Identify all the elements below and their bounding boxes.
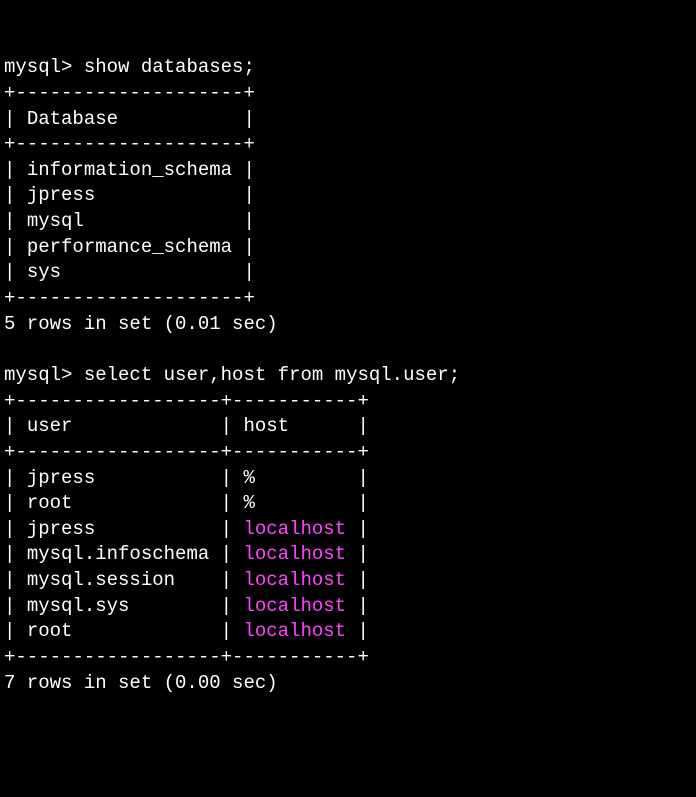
mysql-prompt[interactable]: mysql> <box>4 364 84 386</box>
table2-border-bottom: +------------------+-----------+ <box>4 646 369 668</box>
table2-row: | root | % | <box>4 492 369 514</box>
table1-cell: performance_schema <box>27 236 232 258</box>
table1-cell: information_schema <box>27 159 232 181</box>
table1-row: | performance_schema | <box>4 236 255 258</box>
table1-border-mid: +--------------------+ <box>4 133 255 155</box>
table2-user-cell: mysql.infoschema <box>27 543 209 565</box>
table2-row: | mysql.session | localhost | <box>4 569 369 591</box>
table2-header-user: user <box>27 415 73 437</box>
table1-header: Database <box>27 108 118 130</box>
result-status1: 5 rows in set (0.01 sec) <box>4 313 278 335</box>
table1-cell: jpress <box>27 184 95 206</box>
result-status2: 7 rows in set (0.00 sec) <box>4 672 278 694</box>
table2-host-cell: % <box>243 467 254 489</box>
prompt-line: mysql> select user,host from mysql.user; <box>4 364 460 386</box>
table2-row: | root | localhost | <box>4 620 369 642</box>
terminal-output: mysql> show databases; +----------------… <box>4 55 692 696</box>
table2-row: | mysql.infoschema | localhost | <box>4 543 369 565</box>
table2-row: | jpress | % | <box>4 467 369 489</box>
prompt-line: mysql> show databases; <box>4 56 255 78</box>
table2-border-top: +------------------+-----------+ <box>4 390 369 412</box>
table2-user-cell: root <box>27 620 73 642</box>
table2-host-cell: localhost <box>243 543 346 565</box>
table2-user-cell: root <box>27 492 73 514</box>
command2: select user,host from mysql.user; <box>84 364 460 386</box>
table2-row: | jpress | localhost | <box>4 518 369 540</box>
table1-header-row: | Database | <box>4 108 255 130</box>
table1-cell: mysql <box>27 210 84 232</box>
table2-user-cell: jpress <box>27 518 95 540</box>
table1-row: | sys | <box>4 261 255 283</box>
table2-user-cell: mysql.sys <box>27 595 130 617</box>
table2-host-cell: localhost <box>243 595 346 617</box>
table2-user-cell: jpress <box>27 467 95 489</box>
table2-border-mid: +------------------+-----------+ <box>4 441 369 463</box>
table1-border-top: +--------------------+ <box>4 82 255 104</box>
table2-user-cell: mysql.session <box>27 569 175 591</box>
table1-row: | jpress | <box>4 184 255 206</box>
table1-cell: sys <box>27 261 61 283</box>
table2-host-cell: localhost <box>243 518 346 540</box>
table2-host-cell: localhost <box>243 620 346 642</box>
command1: show databases; <box>84 56 255 78</box>
table2-header-host: host <box>243 415 289 437</box>
mysql-prompt[interactable]: mysql> <box>4 56 84 78</box>
table1-row: | information_schema | <box>4 159 255 181</box>
table2-host-cell: localhost <box>243 569 346 591</box>
table2-host-cell: % <box>243 492 254 514</box>
table1-row: | mysql | <box>4 210 255 232</box>
table2-header-row: | user | host | <box>4 415 369 437</box>
table1-border-bottom: +--------------------+ <box>4 287 255 309</box>
table2-row: | mysql.sys | localhost | <box>4 595 369 617</box>
